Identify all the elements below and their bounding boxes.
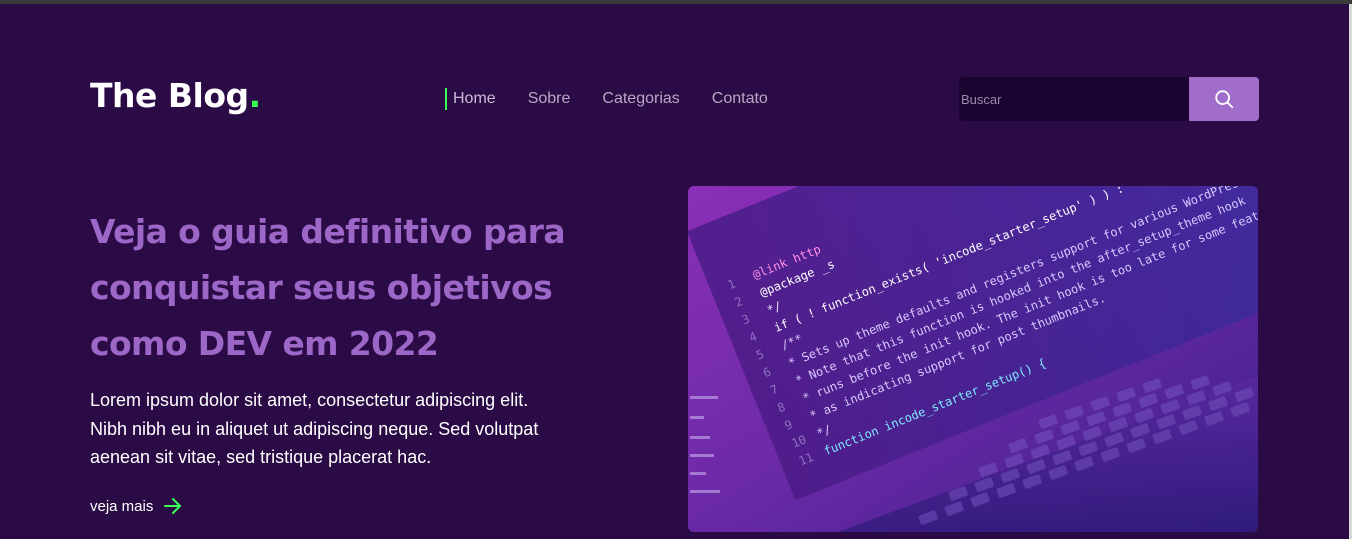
- search-form: [959, 77, 1259, 121]
- search-input[interactable]: [959, 77, 1189, 121]
- hero-title: Veja o guia definitivo para conquistar s…: [90, 212, 566, 363]
- nav-item-categorias[interactable]: Categorias: [602, 88, 679, 110]
- arrow-right-icon: [164, 498, 182, 514]
- hero-image: 1 @link http 2 @package _s 3 */4 if ( ! functi…: [688, 186, 1258, 532]
- nav-item-home[interactable]: Home: [445, 88, 496, 110]
- nav-item-sobre[interactable]: Sobre: [528, 88, 571, 110]
- nav-item-contato[interactable]: Contato: [712, 88, 768, 110]
- logo-dot: .: [248, 76, 262, 115]
- site-logo[interactable]: The Blog.: [90, 74, 261, 118]
- hero-description: Lorem ipsum dolor sit amet, consectetur …: [90, 390, 539, 467]
- read-more-link[interactable]: veja mais: [90, 496, 183, 516]
- browser-top-border: [0, 0, 1352, 4]
- read-more-label: veja mais: [90, 497, 154, 515]
- search-icon: [1215, 90, 1234, 109]
- logo-text: The Blog: [90, 76, 249, 115]
- laptop-code-image: 1@link http2@package _s3*/4if ( ! functi…: [688, 186, 1258, 532]
- main-nav: Home Sobre Categorias Contato: [445, 88, 800, 110]
- search-button[interactable]: [1189, 77, 1259, 121]
